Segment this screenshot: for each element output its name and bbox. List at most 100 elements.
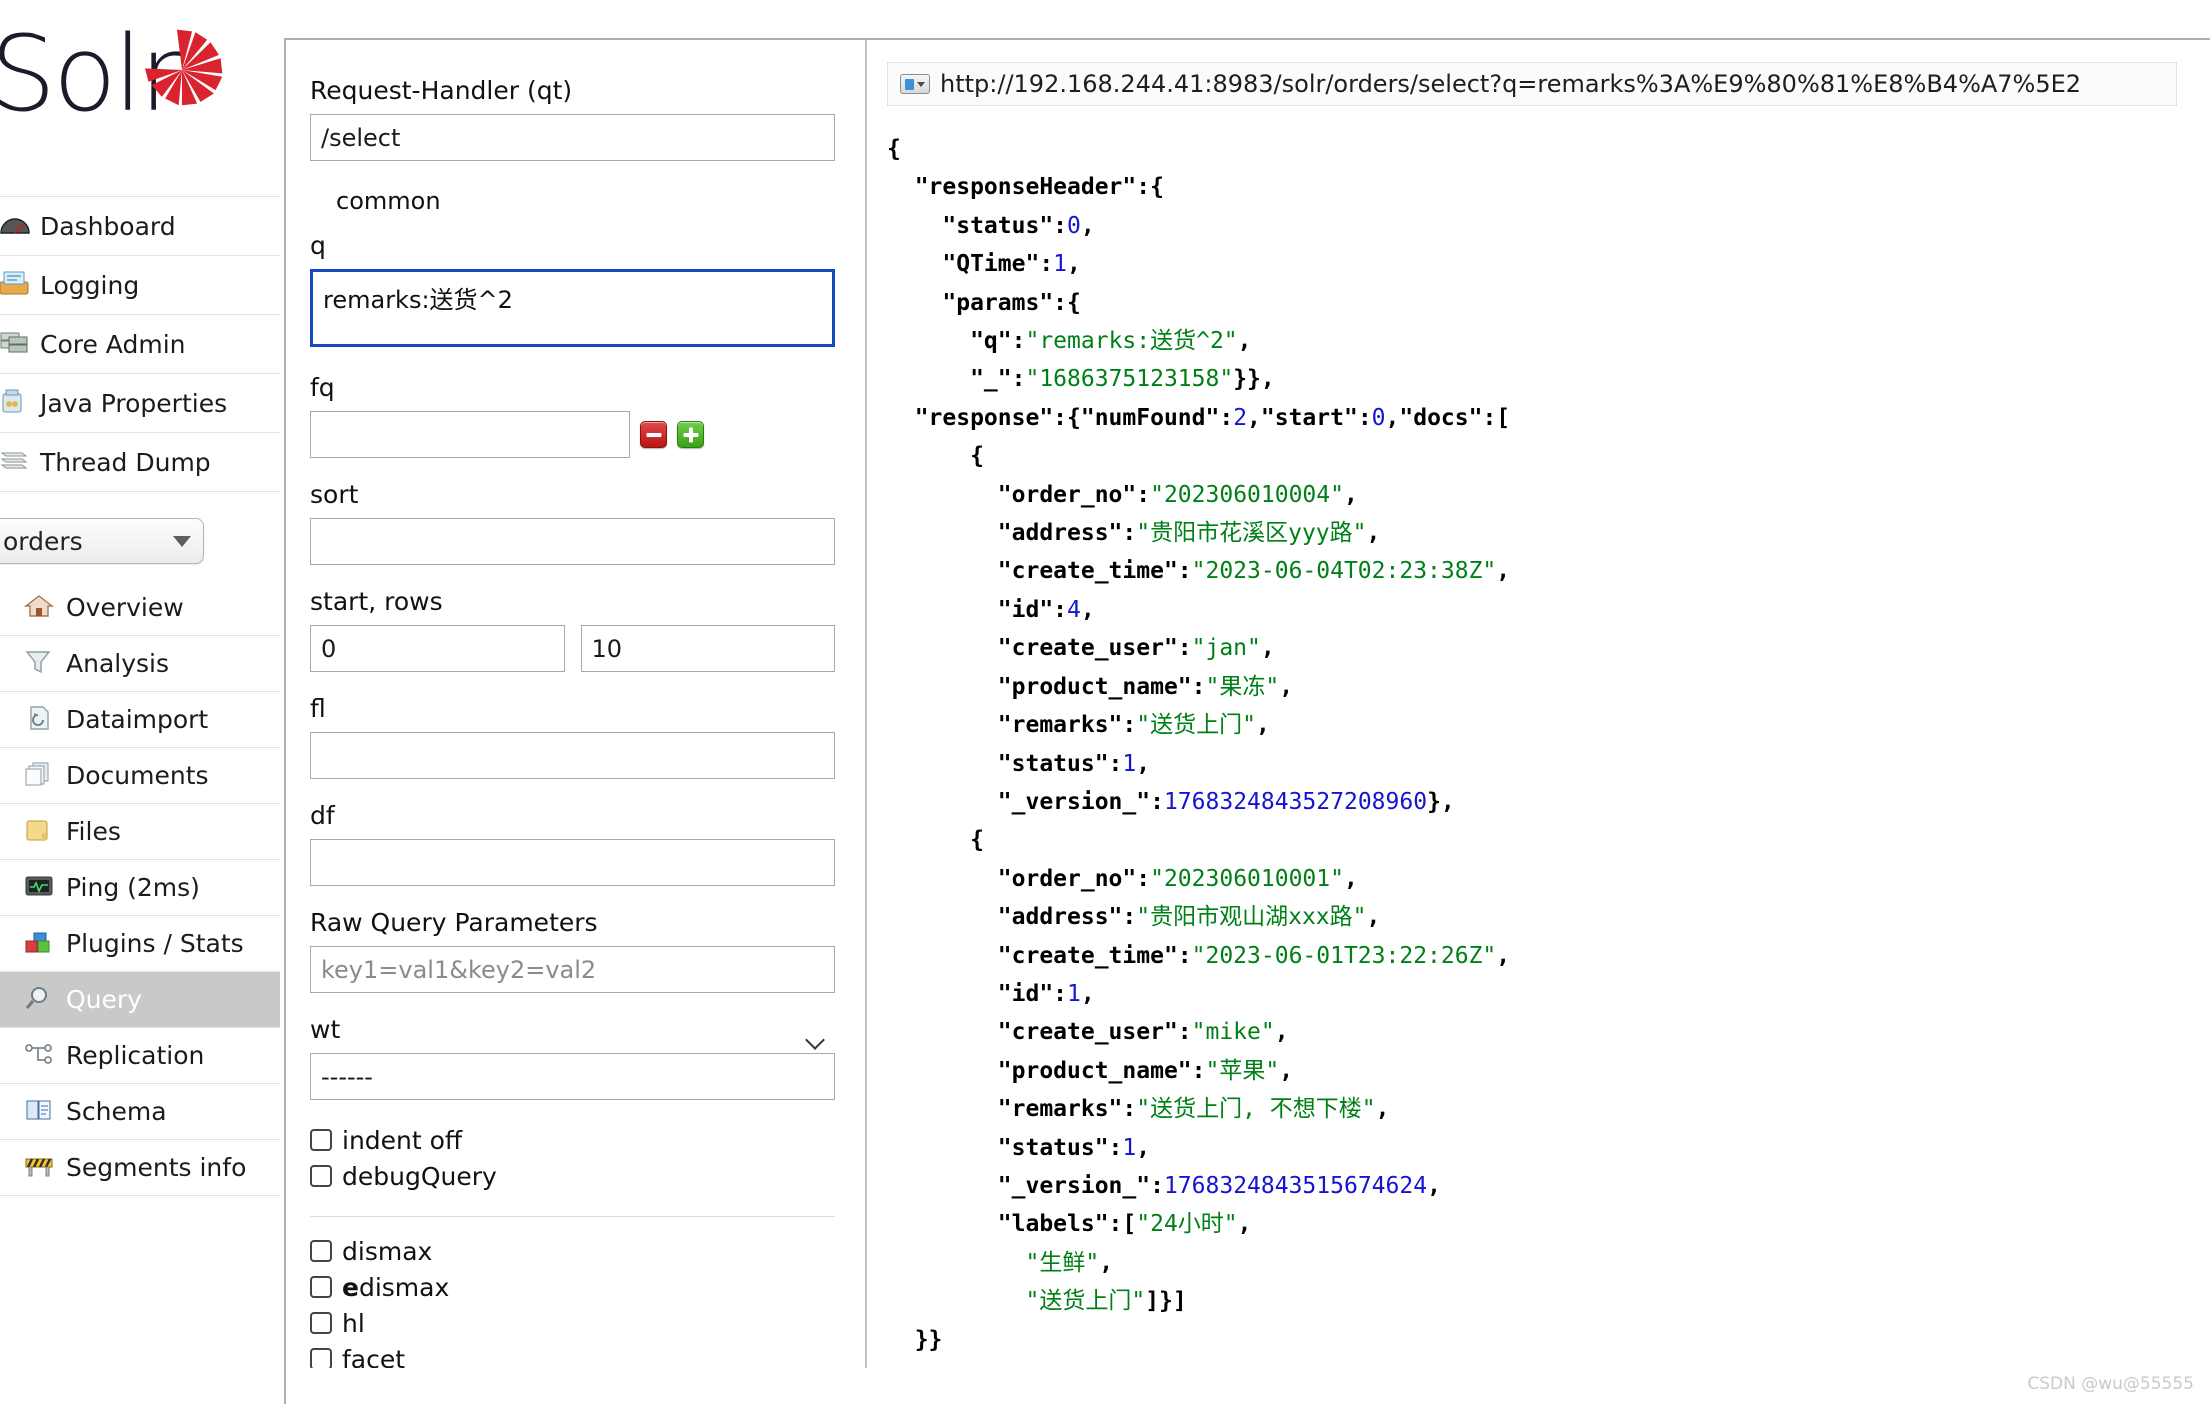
checkbox-row-indent-off[interactable]: indent off bbox=[310, 1122, 835, 1158]
plugins-icon bbox=[24, 929, 66, 959]
fq-input[interactable] bbox=[310, 411, 630, 458]
sidebar-item-dashboard[interactable]: Dashboard bbox=[0, 197, 280, 256]
json-token: 1768324843527208960 bbox=[1163, 788, 1428, 815]
sidebar-item-plugins-stats[interactable]: Plugins / Stats bbox=[0, 916, 280, 972]
checkbox-row-debug-query[interactable]: debugQuery bbox=[310, 1158, 835, 1194]
json-token: , bbox=[1496, 558, 1511, 585]
facet-checkbox[interactable] bbox=[310, 1348, 332, 1368]
sidebar-item-schema[interactable]: Schema bbox=[0, 1084, 280, 1140]
dismax-checkbox[interactable] bbox=[310, 1240, 332, 1262]
sidebar-item-label: Core Admin bbox=[40, 329, 186, 359]
secondary-checkbox-group: dismax edismax hl facet bbox=[310, 1233, 835, 1368]
json-token: "贵阳市观山湖xxx路" bbox=[1136, 904, 1367, 931]
sidebar-item-logging[interactable]: Logging bbox=[0, 256, 280, 315]
wt-select[interactable]: ------ bbox=[310, 1053, 835, 1100]
q-block: q remarks:送货^2 bbox=[310, 231, 835, 351]
json-token: , bbox=[1343, 865, 1358, 892]
edismax-checkbox[interactable] bbox=[310, 1276, 332, 1298]
debug-query-checkbox[interactable] bbox=[310, 1165, 332, 1187]
df-label: df bbox=[310, 801, 335, 830]
sidebar-item-label: Analysis bbox=[66, 649, 170, 678]
fl-input[interactable] bbox=[310, 732, 835, 779]
sidebar-item-query[interactable]: Query bbox=[0, 972, 280, 1028]
sidebar-item-thread-dump[interactable]: Thread Dump bbox=[0, 433, 280, 492]
json-token: "order_no": bbox=[887, 481, 1151, 508]
json-token: "status": bbox=[887, 750, 1123, 777]
checkbox-row-dismax[interactable]: dismax bbox=[310, 1233, 835, 1269]
json-token: , bbox=[1255, 712, 1270, 739]
json-token: "status": bbox=[887, 212, 1068, 239]
sidebar-item-analysis[interactable]: Analysis bbox=[0, 636, 280, 692]
json-token: 1 bbox=[1053, 251, 1068, 278]
fq-remove-button[interactable] bbox=[640, 421, 667, 448]
sidebar-item-documents[interactable]: Documents bbox=[0, 748, 280, 804]
indent-off-checkbox[interactable] bbox=[310, 1129, 332, 1151]
checkbox-row-hl[interactable]: hl bbox=[310, 1305, 835, 1341]
folder-icon bbox=[24, 817, 66, 847]
q-input[interactable]: remarks:送货^2 bbox=[310, 269, 835, 347]
json-token: "QTime": bbox=[887, 251, 1054, 278]
request-handler-input[interactable] bbox=[310, 114, 835, 161]
sidebar-item-label: Ping (2ms) bbox=[66, 873, 200, 902]
edismax-label: edismax bbox=[342, 1273, 449, 1302]
sidebar-item-files[interactable]: Files bbox=[0, 804, 280, 860]
raw-query-parameters-input[interactable] bbox=[310, 946, 835, 993]
sidebar-item-java-properties[interactable]: Java Properties bbox=[0, 374, 280, 433]
json-token: , bbox=[1343, 481, 1358, 508]
sidebar-item-segments-info[interactable]: Segments info bbox=[0, 1140, 280, 1196]
core-selector-value: orders bbox=[3, 526, 83, 556]
json-token: , bbox=[1136, 750, 1151, 777]
hl-checkbox[interactable] bbox=[310, 1312, 332, 1334]
sidebar-item-label: Overview bbox=[66, 593, 184, 622]
core-selector-wrap: orders bbox=[0, 492, 280, 580]
json-token: 0 bbox=[1067, 212, 1081, 239]
common-fieldset: common bbox=[310, 187, 835, 230]
json-token: "remarks": bbox=[887, 1096, 1137, 1123]
fq-add-button[interactable] bbox=[677, 421, 704, 448]
ping-icon bbox=[24, 873, 66, 903]
checkbox-row-edismax[interactable]: edismax bbox=[310, 1269, 835, 1305]
solr-logo[interactable]: Solr bbox=[0, 0, 280, 196]
page-dropdown-icon[interactable] bbox=[900, 74, 930, 94]
json-token: 2 bbox=[1233, 404, 1248, 431]
json-token: "_version_": bbox=[887, 1172, 1164, 1199]
json-token: , bbox=[1274, 1019, 1289, 1046]
json-token: "jan" bbox=[1191, 635, 1261, 662]
sidebar-item-core-admin[interactable]: Core Admin bbox=[0, 315, 280, 374]
response-url-bar[interactable]: http://192.168.244.41:8983/solr/orders/s… bbox=[887, 62, 2177, 106]
sort-input[interactable] bbox=[310, 518, 835, 565]
json-token: 1768324843515674624 bbox=[1163, 1172, 1428, 1199]
start-rows-block: start, rows bbox=[310, 587, 835, 672]
sidebar-item-overview[interactable]: Overview bbox=[0, 580, 280, 636]
q-label: q bbox=[310, 231, 326, 260]
sidebar-item-replication[interactable]: Replication bbox=[0, 1028, 280, 1084]
watermark: CSDN @wu@55555 bbox=[2027, 1374, 2194, 1394]
json-token: , bbox=[1260, 635, 1275, 662]
rows-input[interactable] bbox=[580, 625, 835, 672]
json-token: "202306010001" bbox=[1150, 865, 1344, 892]
logging-icon bbox=[0, 270, 40, 300]
json-token: "remarks:送货^2" bbox=[1025, 328, 1238, 355]
sidebar-item-ping[interactable]: Ping (2ms) bbox=[0, 860, 280, 916]
edismax-suffix: dismax bbox=[358, 1272, 450, 1302]
start-input[interactable] bbox=[310, 625, 565, 672]
json-token: , bbox=[1427, 1172, 1441, 1199]
json-token: "202306010004" bbox=[1150, 481, 1344, 508]
sidebar-item-dataimport[interactable]: Dataimport bbox=[0, 692, 280, 748]
json-token: "order_no": bbox=[887, 865, 1151, 892]
df-input[interactable] bbox=[310, 839, 835, 886]
response-panel: http://192.168.244.41:8983/solr/orders/s… bbox=[869, 40, 2210, 1404]
json-token: 4 bbox=[1067, 596, 1081, 623]
solr-sunburst-logo-icon bbox=[145, 29, 223, 106]
json-token: "id": bbox=[887, 596, 1068, 623]
checkbox-row-facet[interactable]: facet bbox=[310, 1341, 835, 1368]
json-token: "送货上门, 不想下楼" bbox=[1136, 1096, 1376, 1123]
chevron-down-icon bbox=[173, 535, 191, 547]
json-token: "create_user": bbox=[887, 1019, 1192, 1046]
json-token: "create_user": bbox=[887, 635, 1192, 662]
thread-dump-icon bbox=[0, 447, 40, 477]
json-token: "_": bbox=[887, 366, 1026, 393]
core-selector[interactable]: orders bbox=[0, 518, 204, 564]
replication-icon bbox=[24, 1041, 66, 1071]
indent-off-label: indent off bbox=[342, 1125, 463, 1155]
